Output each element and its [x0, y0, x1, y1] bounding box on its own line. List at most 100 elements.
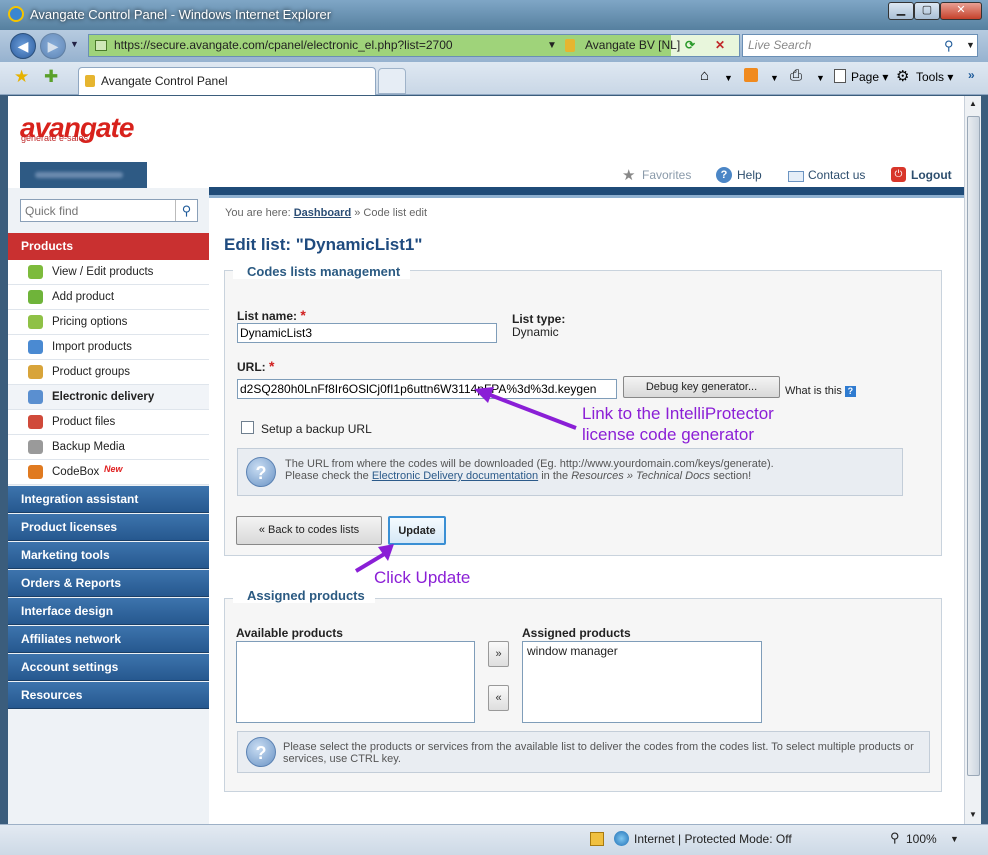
vertical-scrollbar[interactable]: ▲ ▼: [964, 96, 981, 824]
new-tab-button[interactable]: [378, 68, 406, 94]
url-text: https://secure.avangate.com/cpanel/elect…: [114, 38, 453, 52]
search-options-icon[interactable]: ▼: [966, 40, 975, 50]
header-divider: [209, 187, 964, 198]
logout-link[interactable]: Logout: [911, 168, 952, 182]
print-icon[interactable]: ⎙: [790, 67, 802, 84]
products-info-text: Please select the products or services f…: [283, 741, 914, 765]
sidebar-section-interface-design[interactable]: Interface design: [8, 598, 209, 625]
what-is-this-link[interactable]: What is this ?: [785, 385, 856, 397]
annotation-intelliprotector: Link to the IntelliProtector license cod…: [582, 404, 774, 444]
favorites-star-icon[interactable]: ★: [14, 67, 29, 87]
sidebar-item-label: Product groups: [52, 366, 130, 378]
scroll-down-icon[interactable]: ▼: [969, 810, 977, 819]
available-products-list[interactable]: [236, 641, 475, 723]
rss-icon[interactable]: [744, 68, 758, 82]
search-icon[interactable]: ⚲: [944, 38, 954, 54]
refresh-icon[interactable]: ⟳: [685, 35, 695, 56]
logo-tagline: generate e-sales: [21, 133, 89, 143]
page-title: Edit list: "DynamicList1": [224, 235, 423, 254]
contact-link[interactable]: Contact us: [808, 168, 865, 182]
scrollbar-thumb[interactable]: [967, 116, 980, 776]
sidebar-item-label: Backup Media: [52, 441, 125, 453]
more-commands-icon[interactable]: »: [968, 68, 975, 82]
sidebar-section-affiliates-network[interactable]: Affiliates network: [8, 626, 209, 653]
zoom-icon: ⚲: [890, 830, 900, 845]
tab-avangate[interactable]: Avangate Control Panel: [78, 67, 376, 95]
stop-icon[interactable]: ✕: [715, 35, 725, 56]
favorites-star-icon: ★: [622, 167, 636, 184]
url-dropdown-icon[interactable]: ▼: [547, 35, 557, 56]
products-info-box: ? Please select the products or services…: [237, 731, 930, 773]
status-bar: Internet | Protected Mode: Off ⚲ 100% ▼: [0, 824, 988, 855]
product-menu-icon: [28, 290, 43, 304]
scroll-up-icon[interactable]: ▲: [969, 99, 977, 108]
minimize-button[interactable]: ▁: [888, 2, 914, 20]
product-menu-icon: [28, 340, 43, 354]
list-item[interactable]: window manager: [527, 644, 757, 658]
breadcrumb-dashboard-link[interactable]: Dashboard: [294, 207, 351, 219]
help-link[interactable]: Help: [737, 168, 762, 182]
security-zone[interactable]: Internet | Protected Mode: Off: [634, 832, 792, 846]
url-label: URL: *: [237, 358, 275, 374]
quick-find-input[interactable]: [21, 200, 171, 221]
sidebar-item-product-groups[interactable]: Product groups: [8, 360, 209, 385]
forward-icon[interactable]: ▶: [40, 33, 66, 59]
sidebar-section-marketing-tools[interactable]: Marketing tools: [8, 542, 209, 569]
product-menu-icon: [28, 465, 43, 479]
live-search-input[interactable]: Live Search: [742, 34, 978, 57]
move-left-button[interactable]: «: [488, 685, 509, 711]
new-badge: New: [104, 464, 123, 474]
product-menu-icon: [28, 265, 43, 279]
available-products-label: Available products: [236, 626, 343, 640]
sidebar-item-label: Import products: [52, 341, 132, 353]
assigned-products-label: Assigned products: [522, 626, 631, 640]
sidebar-section-orders-reports[interactable]: Orders & Reports: [8, 570, 209, 597]
sidebar-products-header[interactable]: Products: [8, 233, 209, 260]
move-right-button[interactable]: »: [488, 641, 509, 667]
sidebar-item-view-edit-products[interactable]: View / Edit products: [8, 260, 209, 285]
window-titlebar: Avangate Control Panel - Windows Interne…: [0, 0, 988, 30]
sidebar-item-label: View / Edit products: [52, 266, 154, 278]
maximize-button[interactable]: ▢: [914, 2, 940, 20]
address-field[interactable]: https://secure.avangate.com/cpanel/elect…: [88, 34, 740, 57]
sidebar-item-electronic-delivery[interactable]: Electronic delivery: [8, 385, 209, 410]
sidebar-section-resources[interactable]: Resources: [8, 682, 209, 709]
close-window-button[interactable]: ✕: [940, 2, 982, 20]
popup-blocker-icon[interactable]: [590, 832, 604, 846]
add-favorites-icon[interactable]: ✚: [44, 67, 58, 87]
question-icon: ?: [246, 737, 276, 767]
debug-key-generator-button[interactable]: Debug key generator...: [623, 376, 780, 398]
sidebar-section-product-licenses[interactable]: Product licenses: [8, 514, 209, 541]
backup-url-checkbox[interactable]: [241, 421, 254, 434]
zoom-level[interactable]: 100%: [906, 832, 937, 846]
sidebar-item-label: Add product: [52, 291, 115, 303]
back-icon[interactable]: ◀: [10, 33, 36, 59]
sidebar-item-codebox[interactable]: CodeBox New: [8, 460, 209, 485]
print-dropdown-icon[interactable]: ▼: [816, 73, 825, 83]
search-icon[interactable]: ⚲: [175, 200, 197, 221]
sidebar-item-product-files[interactable]: Product files: [8, 410, 209, 435]
certificate-label[interactable]: Avangate BV [NL]: [585, 35, 680, 56]
home-icon[interactable]: ⌂: [700, 67, 709, 84]
sidebar-section-integration-assistant[interactable]: Integration assistant: [8, 486, 209, 513]
page-menu[interactable]: Page ▾: [851, 70, 888, 84]
tab-title: Avangate Control Panel: [101, 74, 228, 88]
sidebar-item-add-product[interactable]: Add product: [8, 285, 209, 310]
sidebar-item-label: Electronic delivery: [52, 391, 155, 403]
zoom-dropdown-icon[interactable]: ▼: [950, 834, 959, 844]
page-content: avangate generate e-sales ★ Favorites ? …: [8, 96, 964, 824]
rss-dropdown-icon[interactable]: ▼: [770, 73, 779, 83]
sidebar-item-pricing-options[interactable]: Pricing options: [8, 310, 209, 335]
lock-icon[interactable]: [565, 39, 575, 52]
list-name-input[interactable]: [237, 323, 497, 343]
assigned-products-list[interactable]: window manager: [522, 641, 762, 723]
ie-logo-icon: [8, 6, 24, 22]
sidebar-item-import-products[interactable]: Import products: [8, 335, 209, 360]
tools-menu[interactable]: Tools ▾: [916, 70, 953, 84]
tab-toolbar: ★ ✚ Avangate Control Panel ⌂ ▼ ▼ ⎙ ▼ Pag…: [0, 62, 988, 95]
globe-icon: [614, 831, 629, 846]
home-dropdown-icon[interactable]: ▼: [724, 73, 733, 83]
history-dropdown-icon[interactable]: ▼: [70, 39, 79, 49]
sidebar-section-account-settings[interactable]: Account settings: [8, 654, 209, 681]
favorites-link[interactable]: Favorites: [642, 168, 691, 182]
